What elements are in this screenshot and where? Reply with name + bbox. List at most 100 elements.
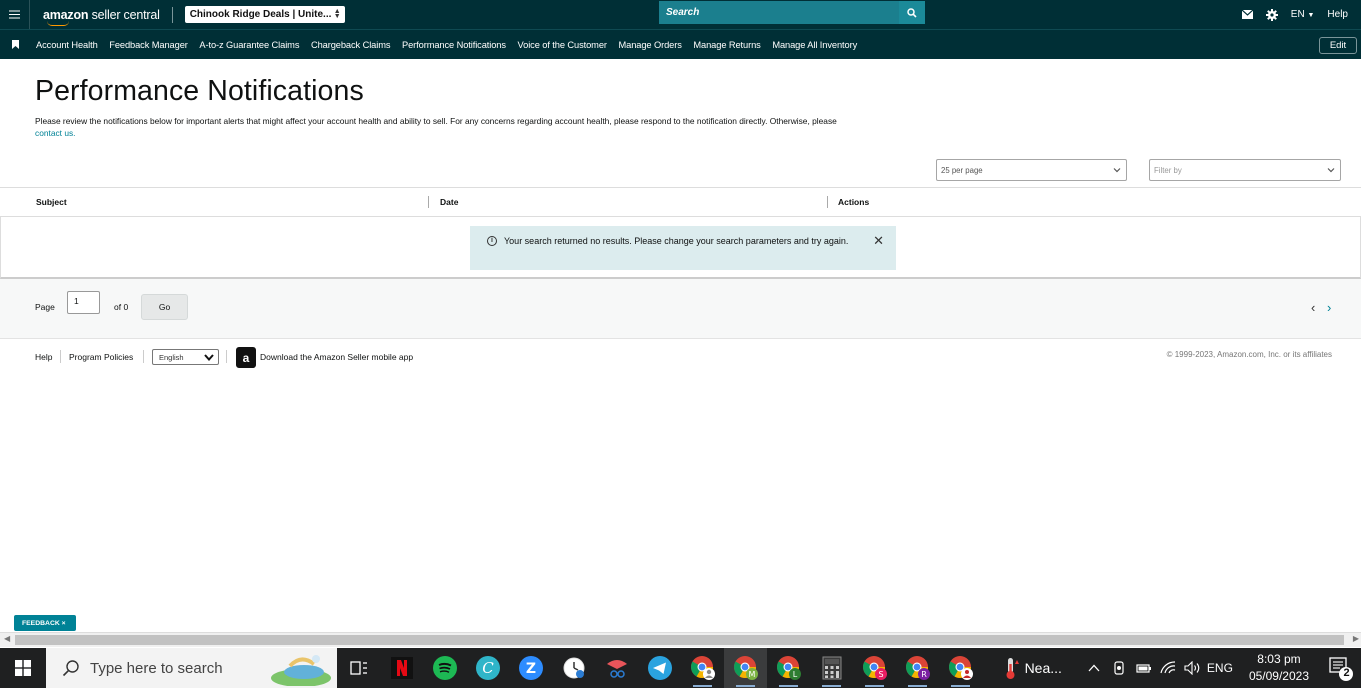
chrome-profile-a-icon[interactable] (939, 648, 982, 688)
nav-item-manage-orders[interactable]: Manage Orders (619, 40, 682, 50)
chevron-down-icon (1113, 168, 1121, 173)
amazon-smile-icon (47, 21, 69, 26)
system-tray: Nea... ENG 8:03 pm 05/09/2023 2 (1003, 648, 1361, 688)
taskbar-clock[interactable]: 8:03 pm 05/09/2023 (1249, 651, 1309, 685)
weather-text[interactable]: Nea... (1025, 660, 1062, 676)
help-link[interactable]: Help (1327, 9, 1348, 20)
chrome-profile-s-icon[interactable]: S (853, 648, 896, 688)
chevron-left-icon[interactable]: ‹ (1311, 300, 1315, 315)
contact-us-link[interactable]: contact us. (35, 128, 76, 138)
filter-placeholder: Filter by (1154, 165, 1182, 175)
taskbar-search-box[interactable]: Type here to search (46, 648, 337, 688)
running-indicator (822, 685, 841, 687)
notification-count: 2 (1343, 667, 1350, 679)
footer-divider (143, 350, 144, 363)
telegram-icon[interactable] (638, 648, 681, 688)
filter-select[interactable]: Filter by (1149, 159, 1341, 181)
running-indicator (693, 685, 712, 687)
download-app-link[interactable]: Download the Amazon Seller mobile app (260, 352, 413, 362)
feedback-tab[interactable]: FEEDBACK × (14, 615, 76, 631)
running-indicator (736, 685, 755, 687)
pagination-bar: Page 1 of 0 Go ‹ › (0, 279, 1361, 339)
horizontal-scrollbar[interactable]: ◀ ▶ (0, 632, 1361, 647)
nav-item-atoz-claims[interactable]: A-to-z Guarantee Claims (199, 40, 299, 50)
input-language[interactable]: ENG (1207, 661, 1233, 675)
clock-time: 8:03 pm (1257, 652, 1301, 666)
chrome-profile-l-icon[interactable]: L (767, 648, 810, 688)
windows-start-icon[interactable] (0, 648, 46, 688)
running-indicator (779, 685, 798, 687)
hamburger-menu-icon[interactable] (0, 0, 30, 29)
bookmark-icon[interactable] (12, 40, 26, 49)
running-indicator (908, 685, 927, 687)
go-button[interactable]: Go (141, 294, 188, 320)
zoom-icon[interactable]: Z (509, 648, 552, 688)
chevron-right-icon[interactable]: › (1327, 300, 1331, 315)
spotify-icon[interactable] (423, 648, 466, 688)
nav-item-feedback-manager[interactable]: Feedback Manager (109, 40, 188, 50)
updown-arrow-icon: ▲ ▼ (333, 8, 341, 20)
amazon-seller-central-logo[interactable]: amazon seller central (43, 8, 160, 26)
wifi-icon[interactable] (1160, 661, 1176, 675)
nav-item-account-health[interactable]: Account Health (36, 40, 98, 50)
nav-item-voice-of-customer[interactable]: Voice of the Customer (518, 40, 607, 50)
info-icon: i (487, 236, 497, 246)
edit-nav-button[interactable]: Edit (1319, 37, 1357, 54)
language-menu[interactable]: EN ▼ (1291, 9, 1315, 20)
windows-taskbar: Type here to search C Z M L S R Nea... E… (0, 648, 1361, 688)
column-date[interactable]: Date (440, 197, 458, 207)
search-icon (62, 660, 79, 677)
nav-item-performance-notifications[interactable]: Performance Notifications (402, 40, 506, 50)
running-indicator (951, 685, 970, 687)
no-results-alert: i Your search returned no results. Pleas… (470, 226, 896, 270)
account-selector-label: Chinook Ridge Deals | Unite... (189, 9, 332, 20)
svg-text:R: R (921, 670, 927, 679)
task-view-icon[interactable] (337, 648, 380, 688)
per-page-select[interactable]: 25 per page (936, 159, 1127, 181)
footer-help-link[interactable]: Help (35, 352, 52, 362)
page-label: Page (35, 302, 55, 312)
footer-program-policies-link[interactable]: Program Policies (69, 352, 133, 362)
chrome-profile-m-icon[interactable]: M (724, 648, 767, 688)
chrome-profile-r-icon[interactable]: R (896, 648, 939, 688)
netflix-icon[interactable] (380, 648, 423, 688)
scroll-right-icon[interactable]: ▶ (1353, 634, 1359, 643)
nav-bar: Account Health Feedback Manager A-to-z G… (0, 29, 1361, 59)
search-button[interactable] (899, 1, 925, 24)
footer-language-select[interactable]: English (152, 349, 219, 365)
top-bar: amazon seller central Chinook Ridge Deal… (0, 0, 1361, 29)
device-icon[interactable] (1112, 661, 1126, 675)
chrome-icon[interactable] (681, 648, 724, 688)
page-number-input[interactable]: 1 (67, 291, 100, 314)
footer-language-value: English (159, 352, 184, 362)
svg-text:C: C (482, 659, 494, 677)
clock-app-icon[interactable] (552, 648, 595, 688)
snipping-icon[interactable] (595, 648, 638, 688)
scrollbar-thumb[interactable] (15, 635, 1344, 645)
column-divider (827, 196, 828, 208)
mail-icon[interactable] (1241, 10, 1253, 19)
canva-icon[interactable]: C (466, 648, 509, 688)
account-selector[interactable]: Chinook Ridge Deals | Unite... ▲ ▼ (184, 6, 345, 23)
column-subject[interactable]: Subject (36, 197, 67, 207)
notification-center-icon[interactable]: 2 (1327, 654, 1355, 682)
thermometer-icon (1006, 658, 1019, 679)
volume-icon[interactable] (1184, 661, 1201, 675)
nav-item-manage-inventory[interactable]: Manage All Inventory (772, 40, 857, 50)
battery-icon[interactable] (1136, 662, 1152, 674)
search-icon (907, 7, 917, 18)
chevron-up-icon[interactable] (1088, 664, 1100, 672)
gear-icon[interactable] (1265, 8, 1278, 21)
search-input[interactable]: Search (659, 1, 899, 24)
footer-divider (226, 350, 227, 363)
scroll-left-icon[interactable]: ◀ (4, 634, 10, 643)
nav-item-chargeback-claims[interactable]: Chargeback Claims (311, 40, 391, 50)
svg-text:L: L (792, 670, 797, 679)
calculator-icon[interactable] (810, 648, 853, 688)
close-icon[interactable]: ✕ (873, 234, 884, 247)
nav-item-manage-returns[interactable]: Manage Returns (693, 40, 760, 50)
amazon-app-icon[interactable]: a (236, 347, 256, 368)
column-divider (428, 196, 429, 208)
column-actions: Actions (838, 197, 870, 207)
copyright-text: © 1999-2023, Amazon.com, Inc. or its aff… (1166, 350, 1332, 359)
